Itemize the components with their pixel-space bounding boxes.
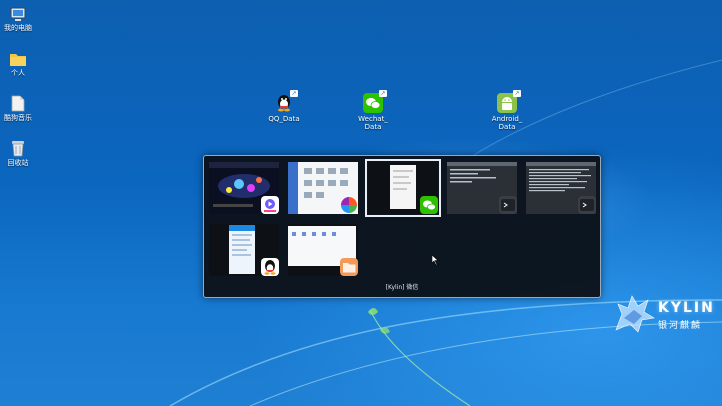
desktop-icon-label: 酷狗音乐 bbox=[4, 114, 32, 122]
desktop-icon-personal[interactable]: 个人 bbox=[0, 51, 36, 78]
app-icon-label-line2: Data bbox=[364, 123, 382, 131]
color-palette-icon bbox=[340, 196, 358, 214]
desktop-icon-label: 我的电脑 bbox=[4, 24, 32, 32]
trash-icon bbox=[12, 141, 24, 157]
kylin-mascot-icon bbox=[615, 295, 655, 333]
mouse-cursor-icon bbox=[432, 255, 439, 265]
wechat-icon: ↗ bbox=[363, 90, 387, 113]
desktop: 我的电脑 个人 酷狗音乐 回收站 ↗ QQ_Data ↗ Wechat_ Dat… bbox=[0, 0, 722, 406]
window-switcher: [Kylin] 微信 bbox=[203, 155, 601, 298]
desktop-icon-trash[interactable]: 回收站 bbox=[0, 140, 36, 168]
file-icon bbox=[11, 95, 25, 112]
wechat-icon bbox=[420, 196, 438, 214]
kylin-logo: KYLIN 银河麒麟 bbox=[612, 290, 720, 336]
window-thumb-terminal-2[interactable] bbox=[526, 162, 596, 214]
logo-subtitle: 银河麒麟 bbox=[658, 321, 703, 331]
android-icon: ↗ bbox=[497, 90, 521, 113]
window-thumb-folder[interactable] bbox=[288, 224, 358, 276]
window-thumb-wechat[interactable] bbox=[365, 159, 441, 217]
desktop-icon-qq-data[interactable]: ↗ QQ_Data bbox=[262, 90, 306, 123]
window-thumb-file-manager[interactable] bbox=[288, 162, 358, 214]
folder-icon bbox=[340, 258, 358, 276]
computer-icon bbox=[10, 7, 26, 21]
window-thumb-terminal-1[interactable] bbox=[447, 162, 517, 214]
desktop-icon-kugou[interactable]: 酷狗音乐 bbox=[0, 95, 36, 123]
app-icon-label-line1: Wechat_ bbox=[358, 115, 388, 123]
app-icon-label-line2: Data bbox=[498, 123, 516, 131]
terminal-icon bbox=[578, 196, 596, 214]
window-thumb-qq[interactable] bbox=[209, 224, 279, 276]
desktop-icon-android-data[interactable]: ↗ Android_ Data bbox=[485, 90, 529, 131]
terminal-icon bbox=[499, 196, 517, 214]
app-icon-label: QQ_Data bbox=[268, 115, 300, 123]
desktop-icon-label: 个人 bbox=[11, 69, 25, 77]
qq-icon bbox=[261, 258, 279, 276]
qq-icon: ↗ bbox=[274, 90, 298, 113]
desktop-icon-wechat-data[interactable]: ↗ Wechat_ Data bbox=[351, 90, 395, 131]
link-arrow-icon: ↗ bbox=[290, 90, 298, 97]
switcher-window-title: [Kylin] 微信 bbox=[385, 284, 419, 291]
logo-wordmark: KYLIN bbox=[658, 300, 715, 316]
folder-icon bbox=[10, 54, 26, 66]
link-arrow-icon: ↗ bbox=[379, 90, 387, 97]
window-thumb-video-player[interactable] bbox=[209, 162, 279, 214]
app-icon-label-line1: Android_ bbox=[491, 115, 523, 123]
desktop-icon-label: 回收站 bbox=[7, 159, 29, 167]
desktop-icon-computer[interactable]: 我的电脑 bbox=[0, 6, 36, 33]
video-app-icon bbox=[261, 196, 279, 214]
link-arrow-icon: ↗ bbox=[513, 90, 521, 97]
